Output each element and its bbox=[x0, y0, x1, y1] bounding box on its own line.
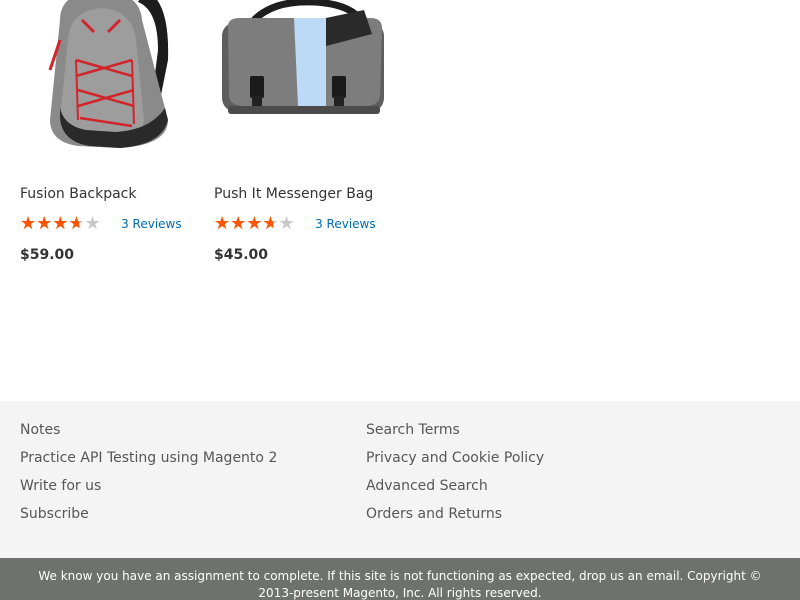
footer-link-search-terms[interactable]: Search Terms bbox=[366, 421, 544, 449]
footer-column-1: Notes Practice API Testing using Magento… bbox=[20, 421, 277, 533]
star-filled-icon: ★★★★★ bbox=[214, 213, 273, 234]
product-item: Push It Messenger Bag ★★★★★ ★★★★★ 3 Revi… bbox=[214, 0, 394, 263]
reviews-link[interactable]: 3 Reviews bbox=[121, 217, 182, 231]
rating-stars: ★★★★★ ★★★★★ bbox=[20, 214, 110, 234]
footer-link-write-for-us[interactable]: Write for us bbox=[20, 477, 277, 505]
star-filled-icon: ★★★★★ bbox=[20, 213, 79, 234]
product-image-link[interactable] bbox=[20, 0, 200, 160]
footer-links: Notes Practice API Testing using Magento… bbox=[0, 401, 800, 558]
messenger-bag-image bbox=[222, 0, 384, 114]
product-rating: ★★★★★ ★★★★★ 3 Reviews bbox=[20, 213, 182, 235]
footer-link-advanced-search[interactable]: Advanced Search bbox=[366, 477, 544, 505]
footer-link-practice-api[interactable]: Practice API Testing using Magento 2 bbox=[20, 449, 277, 477]
backpack-image bbox=[48, 0, 169, 148]
product-image-link[interactable] bbox=[214, 0, 394, 160]
product-price: $45.00 bbox=[214, 247, 269, 263]
product-name-link[interactable]: Push It Messenger Bag bbox=[214, 186, 373, 202]
product-price: $59.00 bbox=[20, 247, 75, 263]
page: Fusion Backpack ★★★★★ ★★★★★ 3 Reviews $5… bbox=[0, 0, 800, 600]
footer-column-2: Search Terms Privacy and Cookie Policy A… bbox=[366, 421, 544, 533]
product-name-link[interactable]: Fusion Backpack bbox=[20, 186, 137, 202]
footer-link-orders-returns[interactable]: Orders and Returns bbox=[366, 505, 544, 533]
copyright-text: We know you have an assignment to comple… bbox=[38, 569, 762, 600]
product-item: Fusion Backpack ★★★★★ ★★★★★ 3 Reviews $5… bbox=[20, 0, 200, 263]
rating-stars: ★★★★★ ★★★★★ bbox=[214, 214, 304, 234]
footer-link-privacy-policy[interactable]: Privacy and Cookie Policy bbox=[366, 449, 544, 477]
copyright-bar: We know you have an assignment to comple… bbox=[0, 558, 800, 600]
product-rating: ★★★★★ ★★★★★ 3 Reviews bbox=[214, 213, 376, 235]
reviews-link[interactable]: 3 Reviews bbox=[315, 217, 376, 231]
footer-link-subscribe[interactable]: Subscribe bbox=[20, 505, 277, 533]
product-grid: Fusion Backpack ★★★★★ ★★★★★ 3 Reviews $5… bbox=[0, 0, 800, 400]
footer-link-notes[interactable]: Notes bbox=[20, 421, 277, 449]
